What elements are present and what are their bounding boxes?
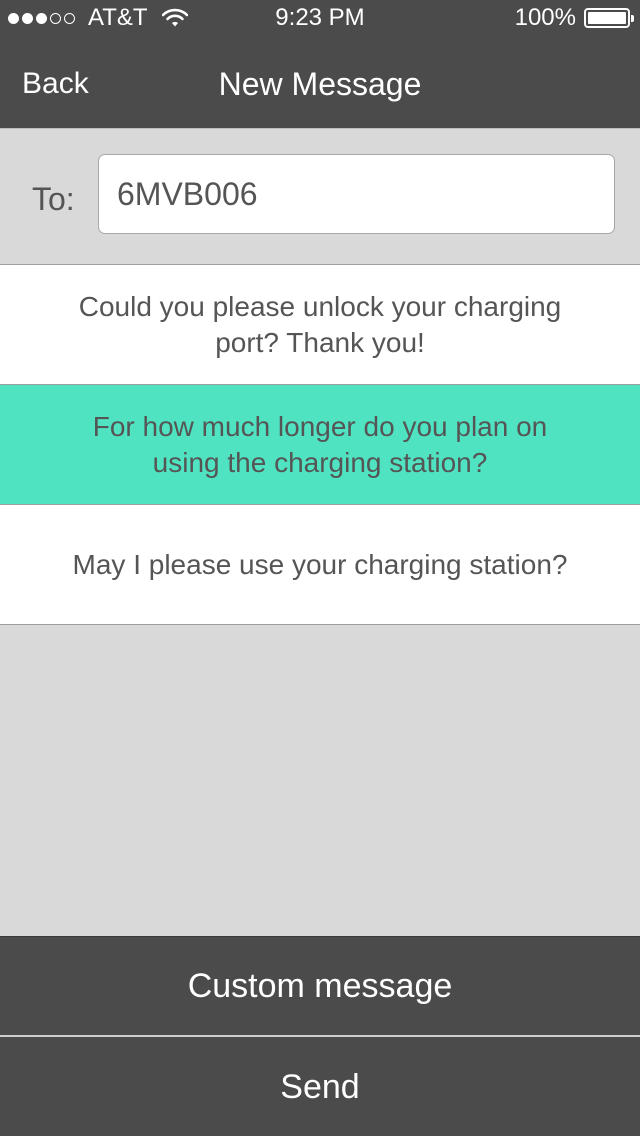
battery-tip: [631, 15, 634, 22]
recipient-label: To:: [32, 181, 75, 217]
navigation-bar: Back New Message: [0, 36, 640, 128]
recipient-input[interactable]: [98, 154, 615, 234]
recipient-row: To:: [0, 128, 640, 265]
battery-icon: [584, 8, 634, 28]
message-option-text: May I please use your charging station?: [72, 548, 568, 580]
message-option-text: For how much longer do you plan on using…: [92, 410, 548, 478]
back-button[interactable]: Back: [22, 36, 89, 128]
message-option-use-station[interactable]: May I please use your charging station?: [0, 505, 640, 625]
send-button[interactable]: Send: [0, 1035, 640, 1136]
status-right: 100%: [514, 0, 634, 36]
custom-message-button[interactable]: Custom message: [0, 936, 640, 1035]
page-title: New Message: [218, 66, 422, 102]
top-bar: AT&T 9:23 PM 100% Back New Message: [0, 0, 640, 128]
message-option-how-much-longer[interactable]: For how much longer do you plan on using…: [0, 385, 640, 505]
message-option-unlock-port[interactable]: Could you please unlock your charging po…: [0, 265, 640, 385]
status-bar: AT&T 9:23 PM 100%: [0, 0, 640, 36]
new-message-screen: AT&T 9:23 PM 100% Back New Message To: 6…: [0, 0, 640, 1136]
battery-fill: [588, 12, 626, 24]
battery-percent: 100%: [514, 4, 576, 31]
message-option-text: Could you please unlock your charging po…: [78, 290, 562, 358]
